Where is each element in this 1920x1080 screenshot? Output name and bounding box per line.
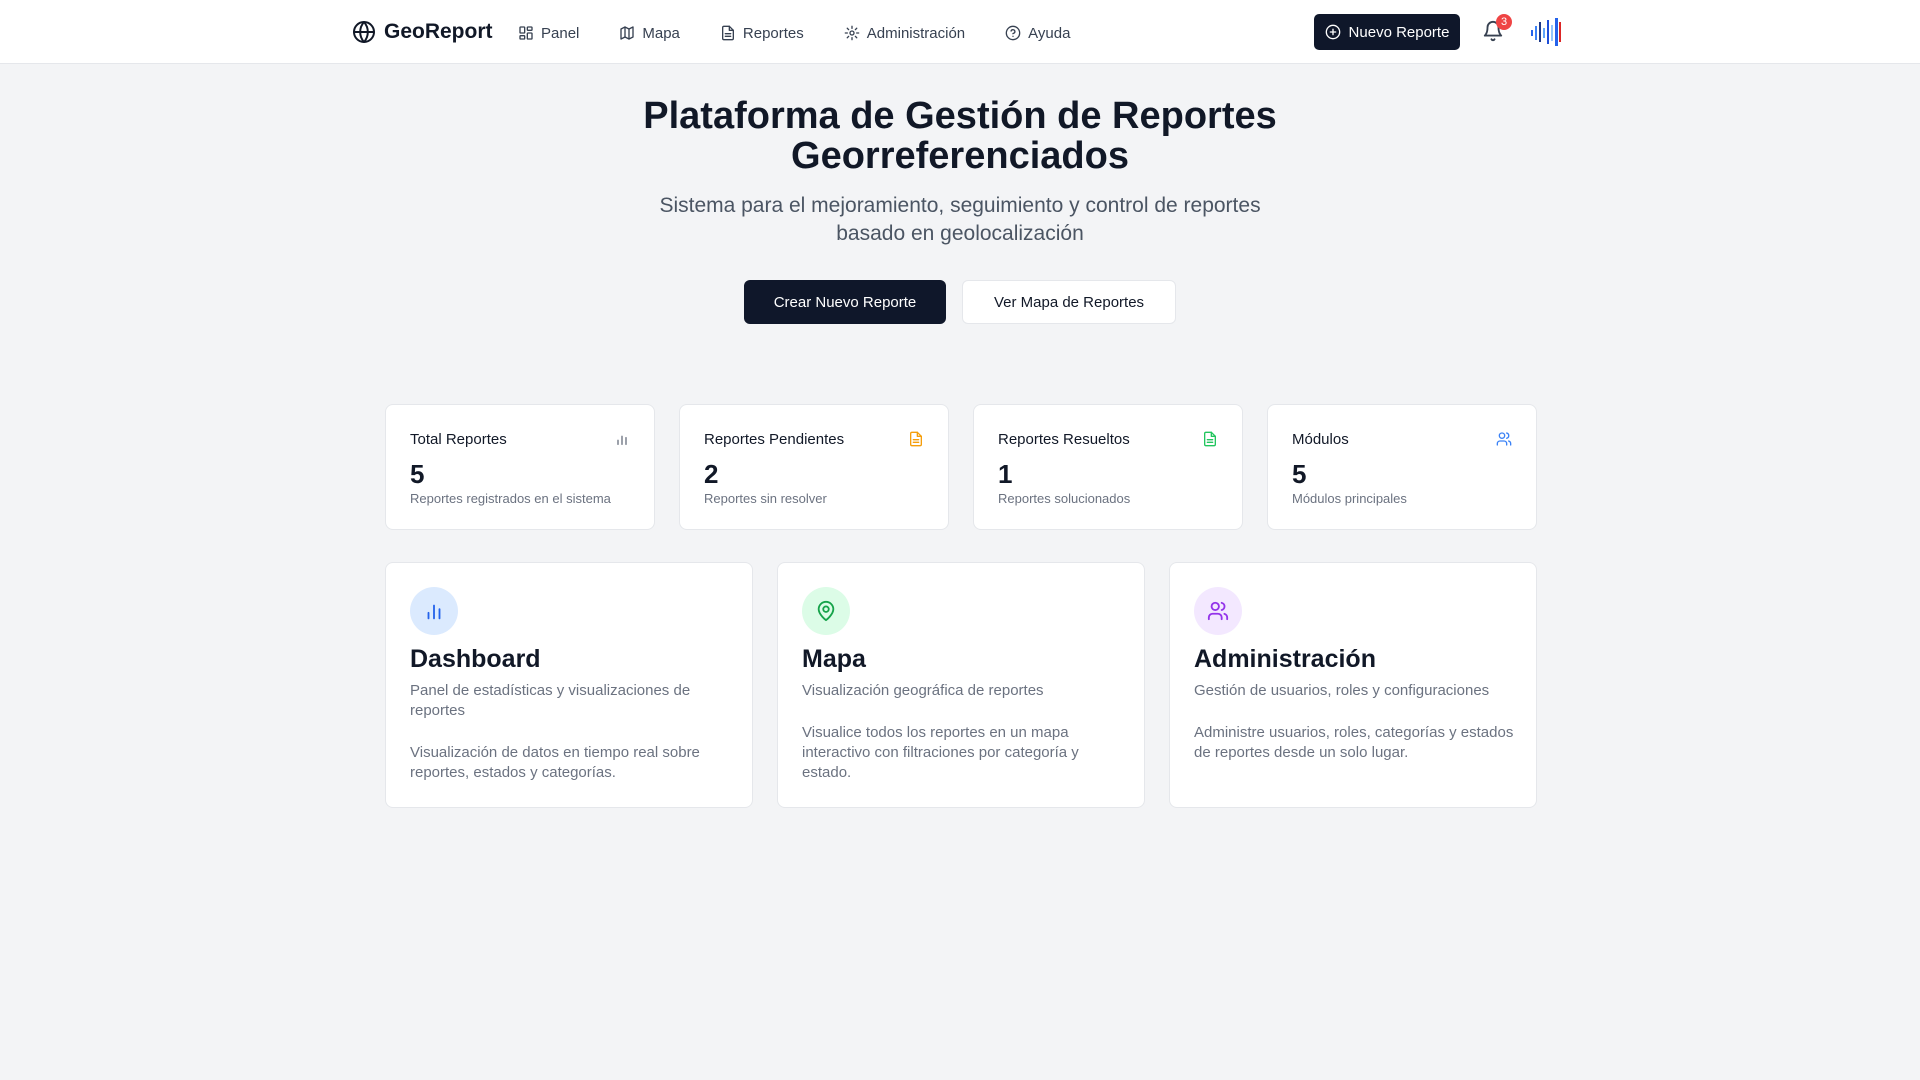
main-nav: Panel Mapa Reportes Administración Ayuda — [518, 20, 1110, 46]
stat-value: 5 — [410, 459, 425, 489]
new-report-button[interactable]: Nuevo Reporte — [1314, 14, 1460, 50]
gear-icon — [844, 25, 860, 41]
feature-card-administracion[interactable]: Administración Gestión de usuarios, role… — [1169, 562, 1537, 808]
nav-item-mapa[interactable]: Mapa — [619, 25, 680, 42]
user-avatar-icon — [1531, 18, 1561, 46]
nav-label: Ayuda — [1028, 24, 1071, 42]
stat-title: Total Reportes — [410, 431, 507, 448]
feature-title: Administración — [1194, 645, 1376, 673]
map-icon — [620, 26, 635, 40]
globe-icon — [353, 21, 375, 43]
nav-item-ayuda[interactable]: Ayuda — [1005, 25, 1070, 42]
avatar[interactable] — [1530, 16, 1564, 48]
brand-name: GeoReport — [384, 20, 493, 43]
new-report-label: Nuevo Reporte — [1348, 23, 1450, 41]
page-title: Plataforma de Gestión de Reportes Georre… — [560, 96, 1360, 176]
feature-icon-wrap — [410, 587, 458, 635]
users-icon — [1207, 601, 1229, 621]
feature-subtitle: Panel de estadísticas y visualizaciones … — [410, 682, 691, 719]
feature-description: Visualice todos los reportes en un mapa … — [802, 724, 1079, 781]
top-navbar: GeoReport Panel Mapa Reportes Administra… — [0, 0, 1920, 64]
stat-value: 1 — [998, 459, 1013, 489]
stat-card-total: Total Reportes 5 Reportes registrados en… — [385, 404, 655, 530]
feature-icon-wrap — [802, 587, 850, 635]
notifications-button[interactable]: 3 — [1482, 14, 1512, 44]
view-map-button[interactable]: Ver Mapa de Reportes — [962, 280, 1176, 324]
brand-logo[interactable]: GeoReport — [352, 18, 493, 46]
nav-label: Administración — [866, 24, 966, 42]
nav-item-reportes[interactable]: Reportes — [720, 25, 804, 42]
create-report-button[interactable]: Crear Nuevo Reporte — [744, 280, 946, 324]
file-icon — [910, 431, 922, 447]
stat-title: Reportes Resueltos — [998, 431, 1130, 448]
stat-value: 5 — [1292, 459, 1307, 489]
file-check-icon — [1204, 431, 1216, 447]
nav-label: Mapa — [642, 24, 680, 42]
layout-grid-icon — [519, 26, 533, 40]
file-text-icon — [721, 25, 734, 41]
bar-chart-icon — [617, 435, 627, 445]
stat-description: Reportes registrados en el sistema — [410, 491, 611, 506]
notification-badge: 3 — [1496, 14, 1512, 30]
feature-subtitle: Gestión de usuarios, roles y configuraci… — [1194, 682, 1490, 699]
stat-description: Módulos principales — [1292, 491, 1407, 506]
page-subtitle: Sistema para el mejoramiento, seguimient… — [659, 194, 1261, 245]
stat-card-modules: Módulos 5 Módulos principales — [1267, 404, 1537, 530]
feature-title: Mapa — [802, 645, 866, 673]
map-pin-icon — [817, 600, 835, 622]
feature-card-dashboard[interactable]: Dashboard Panel de estadísticas y visual… — [385, 562, 753, 808]
bar-chart-icon — [427, 604, 441, 620]
stat-title: Módulos — [1292, 431, 1349, 448]
stat-value: 2 — [704, 459, 719, 489]
users-icon — [1496, 432, 1512, 446]
plus-circle-icon — [1325, 24, 1340, 40]
feature-title: Dashboard — [410, 645, 541, 673]
stat-description: Reportes solucionados — [998, 491, 1131, 506]
page-title-line2: Georreferenciados — [791, 135, 1129, 177]
page-title-line1: Plataforma de Gestión de Reportes — [643, 95, 1277, 137]
feature-description: Visualización de datos en tiempo real so… — [410, 744, 700, 781]
nav-label: Reportes — [742, 24, 804, 42]
stat-card-pending: Reportes Pendientes 2 Reportes sin resol… — [679, 404, 949, 530]
nav-item-panel[interactable]: Panel — [518, 25, 579, 42]
help-circle-icon — [1005, 25, 1021, 41]
feature-description: Administre usuarios, roles, categorías y… — [1194, 724, 1514, 761]
stat-card-resolved: Reportes Resueltos 1 Reportes solucionad… — [973, 404, 1243, 530]
feature-card-mapa[interactable]: Mapa Visualización geográfica de reporte… — [777, 562, 1145, 808]
nav-label: Panel — [541, 24, 580, 42]
stat-title: Reportes Pendientes — [704, 431, 845, 448]
stat-description: Reportes sin resolver — [704, 491, 827, 506]
feature-subtitle: Visualización geográfica de reportes — [802, 682, 1044, 699]
nav-item-administracion[interactable]: Administración — [844, 25, 965, 42]
feature-icon-wrap — [1194, 587, 1242, 635]
